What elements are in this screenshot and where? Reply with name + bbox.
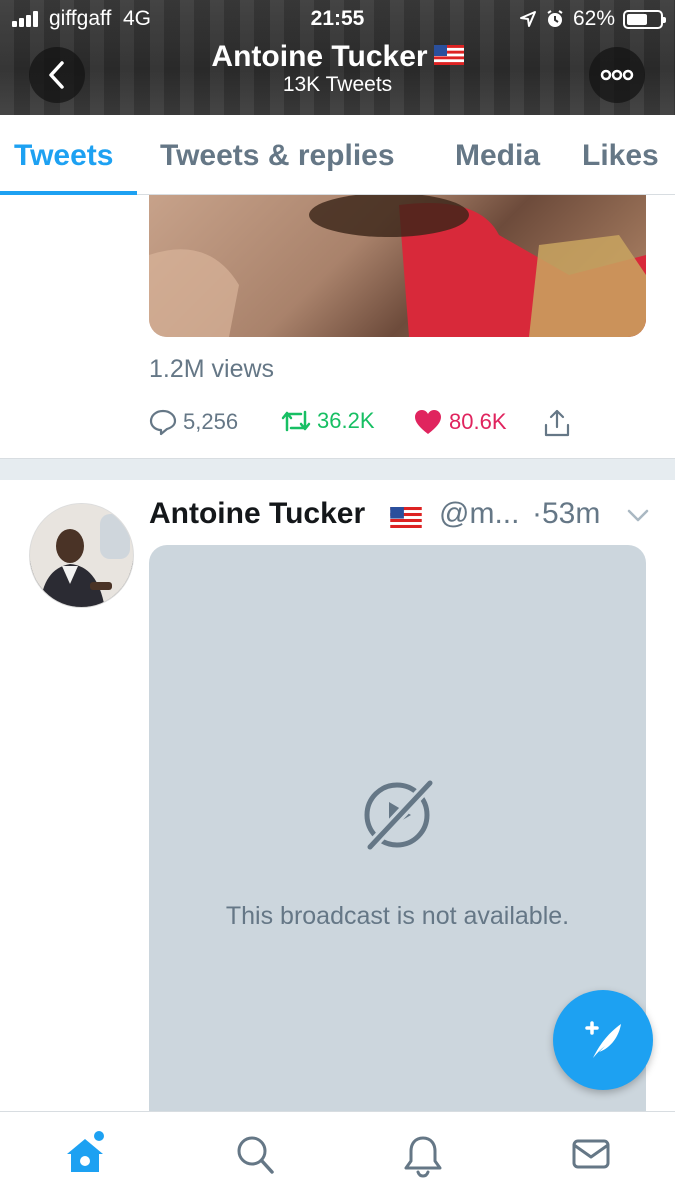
tweet-timestamp: ·53m xyxy=(532,497,601,530)
broadcast-unavailable-icon xyxy=(364,779,435,851)
tab-tweets-replies[interactable]: Tweets & replies xyxy=(160,139,395,173)
tweet-author-handle[interactable]: @m... xyxy=(439,497,519,531)
nav-home[interactable] xyxy=(64,1134,106,1181)
tab-tweets[interactable]: Tweets xyxy=(14,139,113,173)
nav-search[interactable] xyxy=(235,1134,275,1181)
tab-likes[interactable]: Likes xyxy=(582,139,659,173)
compose-tweet-button[interactable] xyxy=(553,990,653,1090)
more-dots-icon xyxy=(600,69,634,81)
notifications-icon xyxy=(404,1136,442,1178)
status-right: 62% xyxy=(519,7,666,31)
us-flag-icon xyxy=(390,507,422,528)
tweet-author-name[interactable]: Antoine Tucker xyxy=(149,497,365,531)
reply-button[interactable]: 5,256 xyxy=(149,408,238,436)
alarm-icon xyxy=(547,10,563,27)
profile-tabs: Tweets Tweets & replies Media Likes xyxy=(0,115,675,195)
compose-feather-icon xyxy=(585,1021,621,1058)
battery-percent: 62% xyxy=(572,7,615,30)
view-count: 1.2M views xyxy=(149,355,275,383)
nav-messages[interactable] xyxy=(571,1134,611,1179)
reply-count: 5,256 xyxy=(183,409,239,434)
share-button[interactable] xyxy=(542,408,572,438)
status-bar: giffgaff 4G 21:55 62% xyxy=(0,0,675,38)
retweet-button[interactable]: 36.2K xyxy=(281,408,375,434)
battery-icon xyxy=(623,9,666,29)
home-notification-dot xyxy=(94,1131,104,1141)
tweet-divider xyxy=(0,458,675,480)
tweet-count: 13K Tweets xyxy=(282,73,393,96)
share-icon xyxy=(544,409,570,437)
messages-icon xyxy=(572,1139,610,1169)
nav-notifications[interactable] xyxy=(403,1134,443,1183)
profile-header: giffgaff 4G 21:55 62% Antoine Tucker 13K… xyxy=(0,0,675,115)
more-button[interactable] xyxy=(589,47,645,103)
bottom-navigation xyxy=(0,1111,675,1200)
tweet-video-thumbnail[interactable] xyxy=(149,195,646,337)
us-flag-icon xyxy=(433,45,464,66)
broadcast-message: This broadcast is not available. xyxy=(225,902,570,930)
tab-media[interactable]: Media xyxy=(455,139,540,173)
retweet-count: 36.2K xyxy=(317,408,375,433)
search-icon xyxy=(237,1136,274,1174)
avatar[interactable] xyxy=(29,503,134,608)
profile-name: Antoine Tucker xyxy=(0,40,675,74)
video-frame xyxy=(149,195,646,337)
avatar-photo xyxy=(30,504,133,607)
like-count: 80.6K xyxy=(449,409,507,434)
location-icon xyxy=(519,11,536,27)
retweet-icon xyxy=(281,410,311,432)
tweet-header: Antoine Tucker @m... ·53m xyxy=(149,497,654,537)
chevron-down-icon[interactable] xyxy=(627,509,649,523)
heart-icon xyxy=(415,410,441,434)
active-tab-indicator xyxy=(0,191,137,195)
reply-icon xyxy=(149,409,177,436)
like-button[interactable]: 80.6K xyxy=(413,408,507,436)
